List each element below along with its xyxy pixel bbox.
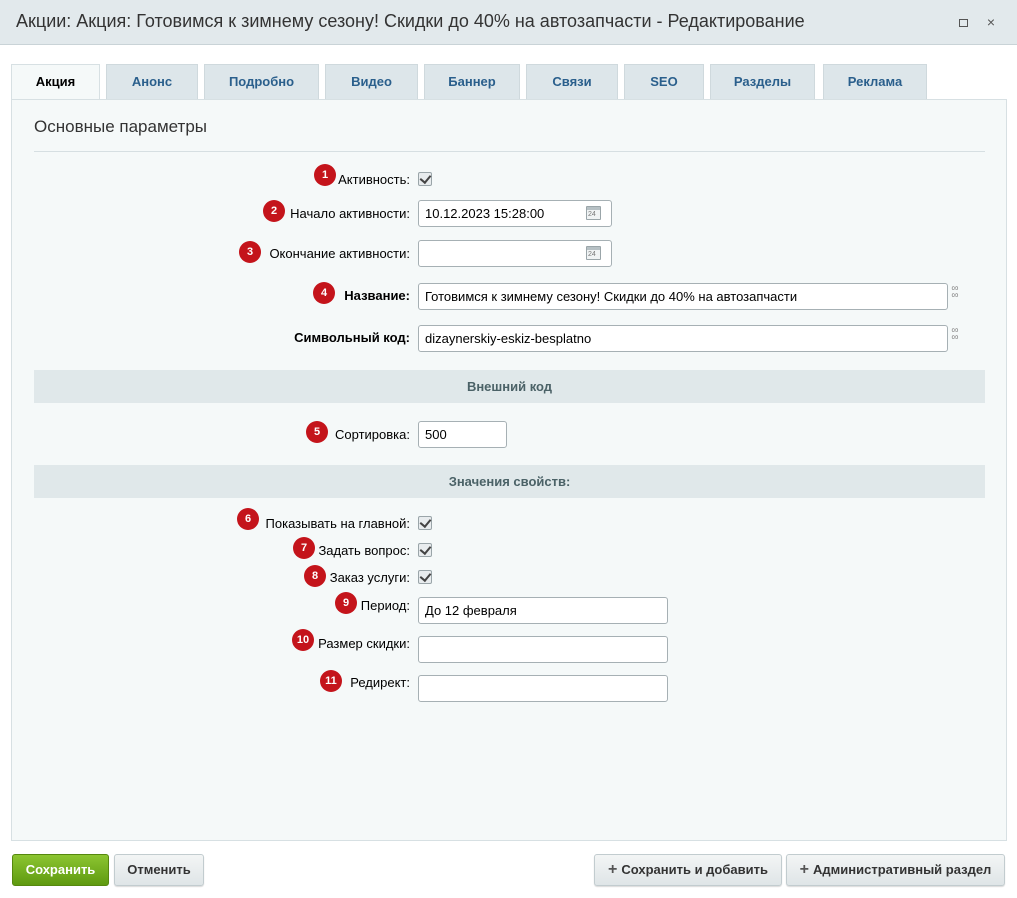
band-properties: Значения свойств: xyxy=(34,465,985,498)
maximize-icon[interactable] xyxy=(955,14,971,30)
tab-video[interactable]: Видео xyxy=(325,64,418,99)
code-input[interactable]: dizaynerskiy-eskiz-besplatno xyxy=(418,325,948,352)
save-and-add-button[interactable]: + Сохранить и добавить xyxy=(594,854,782,886)
ask-question-label: Задать вопрос: xyxy=(318,543,410,558)
window-titlebar: Акции: Акция: Готовимся к зимнему сезону… xyxy=(0,0,1017,45)
calendar-icon[interactable]: 24 xyxy=(586,246,601,260)
code-label: Символьный код: xyxy=(294,330,410,345)
calendar-icon-day: 24 xyxy=(588,251,596,258)
calendar-icon-day: 24 xyxy=(588,211,596,218)
ask-question-checkbox[interactable] xyxy=(418,543,432,557)
close-icon[interactable]: × xyxy=(983,14,999,30)
active-to-label: Окончание активности: xyxy=(269,246,410,261)
plus-icon: + xyxy=(799,861,810,878)
admin-section-label: Административный раздел xyxy=(813,862,992,877)
discount-input[interactable] xyxy=(418,636,668,663)
calendar-icon[interactable]: 24 xyxy=(586,206,601,220)
tab-links[interactable]: Связи xyxy=(526,64,618,99)
window-title: Акции: Акция: Готовимся к зимнему сезону… xyxy=(16,11,805,31)
active-from-input[interactable]: 10.12.2023 15:28:00 xyxy=(418,200,612,227)
tab-banner[interactable]: Баннер xyxy=(424,64,520,99)
order-service-label: Заказ услуги: xyxy=(329,570,410,585)
active-checkbox[interactable] xyxy=(418,172,432,186)
band-external-code: Внешний код xyxy=(34,370,985,403)
sort-label: Сортировка: xyxy=(335,427,410,442)
sort-input[interactable]: 500 xyxy=(418,421,507,448)
tab-details[interactable]: Подробно xyxy=(204,64,319,99)
section-divider xyxy=(34,151,985,152)
period-label: Период: xyxy=(360,598,410,613)
tab-sections[interactable]: Разделы xyxy=(710,64,815,99)
tab-announce[interactable]: Анонс xyxy=(106,64,198,99)
name-input[interactable]: Готовимся к зимнему сезону! Скидки до 40… xyxy=(418,283,948,310)
tab-seo[interactable]: SEO xyxy=(624,64,704,99)
tab-ads[interactable]: Реклама xyxy=(823,64,927,99)
translit-icon[interactable]: ∞ ∞ xyxy=(950,284,960,307)
tab-promo[interactable]: Акция xyxy=(11,64,100,100)
active-from-label: Начало активности: xyxy=(290,206,410,221)
redirect-input[interactable] xyxy=(418,675,668,702)
active-label: Активность: xyxy=(338,172,410,187)
cancel-button[interactable]: Отменить xyxy=(114,854,204,886)
redirect-label: Редирект: xyxy=(350,675,410,690)
show-main-checkbox[interactable] xyxy=(418,516,432,530)
name-label: Название: xyxy=(344,288,410,303)
form-panel: Основные параметры 1 Активность: 2 Начал… xyxy=(11,99,1007,841)
plus-icon: + xyxy=(608,861,618,878)
admin-section-button[interactable]: + Административный раздел xyxy=(786,854,1005,886)
order-service-checkbox[interactable] xyxy=(418,570,432,584)
active-to-input[interactable] xyxy=(418,240,612,267)
translit-icon[interactable]: ∞ ∞ xyxy=(950,326,960,349)
period-input[interactable]: До 12 февраля xyxy=(418,597,668,624)
save-button[interactable]: Сохранить xyxy=(12,854,109,886)
save-and-add-label: Сохранить и добавить xyxy=(621,862,768,877)
show-main-label: Показывать на главной: xyxy=(265,516,410,531)
section-title: Основные параметры xyxy=(34,117,207,136)
discount-label: Размер скидки: xyxy=(318,636,410,651)
